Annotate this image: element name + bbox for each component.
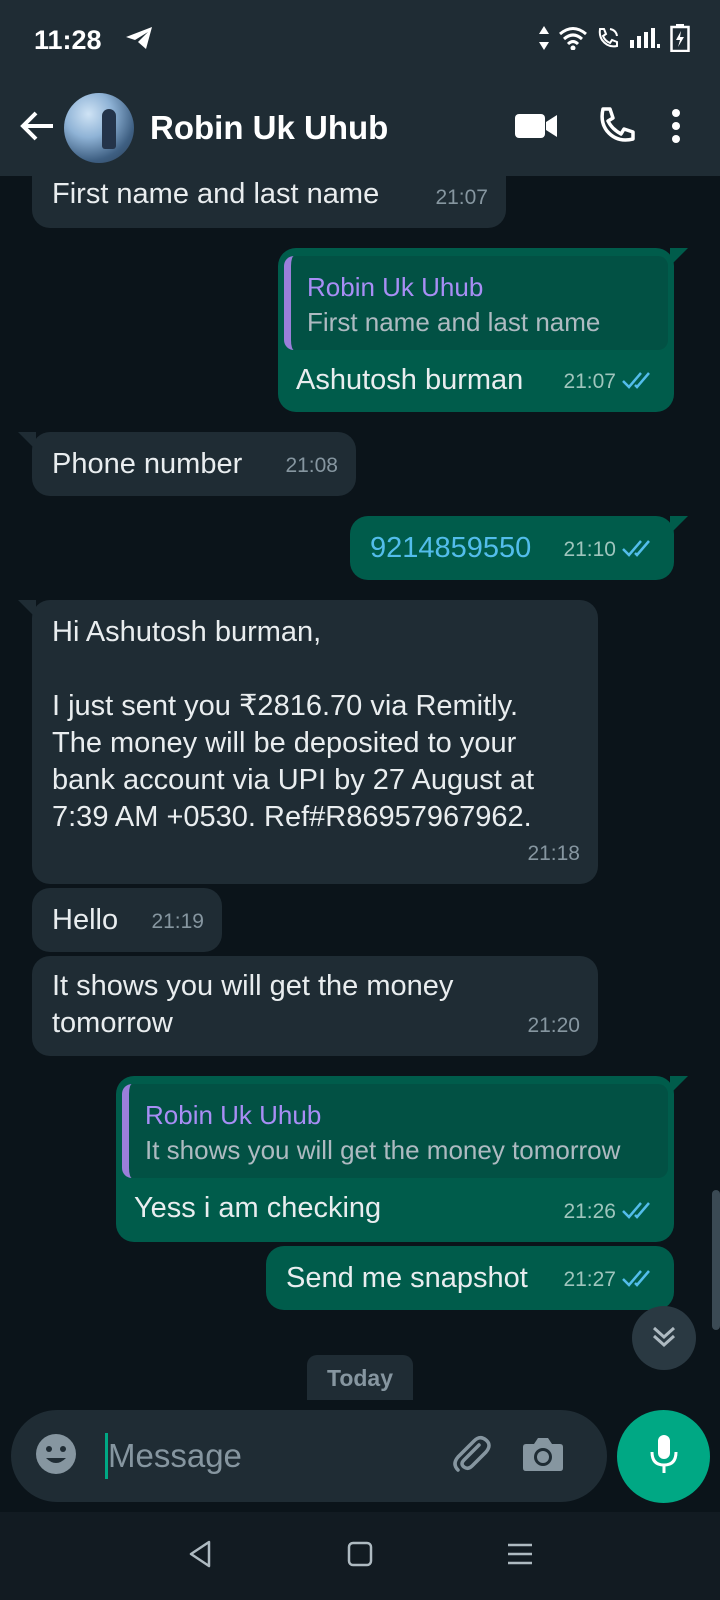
status-left: 11:28 xyxy=(30,25,154,56)
phone-number-link[interactable]: 9214859550 xyxy=(370,530,531,567)
message-time: 21:07 xyxy=(435,186,488,209)
paperclip-icon xyxy=(449,1432,493,1481)
data-arrows-icon xyxy=(538,25,550,56)
quoted-sender: Robin Uk Uhub xyxy=(307,272,484,302)
chevron-double-down-icon xyxy=(650,1322,678,1355)
message-time: 21:27 xyxy=(563,1268,616,1291)
nav-recents-button[interactable] xyxy=(480,1526,560,1586)
message-text: Yess i am checking xyxy=(134,1192,382,1224)
message-line: bank account via UPI by 27 August at xyxy=(52,764,535,796)
quoted-text: It shows you will get the money tomorrow xyxy=(145,1135,621,1165)
message-incoming[interactable]: Hello 21:19 xyxy=(32,888,222,952)
message-text: It shows you will get the money tomorrow xyxy=(52,968,453,1042)
back-button[interactable] xyxy=(12,98,62,158)
message-time: 21:08 xyxy=(285,454,338,477)
signal-icon xyxy=(628,26,662,55)
date-chip: Today xyxy=(307,1355,413,1401)
voice-call-icon xyxy=(597,106,635,150)
double-check-icon xyxy=(622,1261,656,1298)
quoted-message[interactable]: Robin Uk Uhub First name and last name xyxy=(284,256,668,350)
attach-button[interactable] xyxy=(438,1410,504,1502)
camera-button[interactable] xyxy=(510,1410,576,1502)
bubble-tail xyxy=(670,248,688,266)
message-time: 21:10 xyxy=(563,538,616,561)
status-time: 11:28 xyxy=(34,24,102,55)
mic-icon xyxy=(649,1433,679,1480)
message-text: First name and last name xyxy=(52,178,380,210)
quoted-sender: Robin Uk Uhub xyxy=(145,1100,322,1130)
video-call-button[interactable] xyxy=(496,93,576,163)
quoted-text: First name and last name xyxy=(307,307,601,337)
chat-area[interactable]: First name and last name 21:07 Robin Uk … xyxy=(0,176,720,1400)
message-time: 21:20 xyxy=(527,1014,580,1037)
message-line: I just sent you ₹2816.70 via Remitly. xyxy=(52,690,519,722)
nav-home-icon xyxy=(347,1541,373,1572)
navigation-bar xyxy=(0,1512,720,1600)
message-incoming[interactable]: Hi Ashutosh burman, I just sent you ₹281… xyxy=(18,600,598,884)
double-check-icon xyxy=(622,531,656,568)
message-time: 21:18 xyxy=(527,842,580,865)
more-options-button[interactable] xyxy=(656,93,696,163)
compose-area xyxy=(0,1400,720,1512)
bubble-tail xyxy=(670,516,688,534)
video-call-icon xyxy=(514,112,558,145)
back-arrow-icon xyxy=(19,110,55,147)
message-line: 7:39 AM +0530. Ref#R86957967962. xyxy=(52,801,532,833)
nav-back-button[interactable] xyxy=(160,1526,240,1586)
voice-message-button[interactable] xyxy=(617,1410,710,1503)
bubble-tail xyxy=(18,600,36,618)
more-options-icon xyxy=(671,108,681,148)
message-outgoing[interactable]: Send me snapshot 21:27 xyxy=(266,1246,674,1310)
message-outgoing[interactable]: Robin Uk Uhub First name and last name A… xyxy=(278,248,688,412)
emoji-button[interactable] xyxy=(11,1410,101,1502)
message-time: 21:26 xyxy=(563,1200,616,1223)
scrollbar[interactable] xyxy=(712,1190,720,1330)
double-check-icon xyxy=(622,1193,656,1230)
message-line xyxy=(52,651,534,688)
battery-icon xyxy=(670,23,690,57)
message-text: Ashutosh burman xyxy=(296,364,524,396)
quoted-message[interactable]: Robin Uk Uhub It shows you will get the … xyxy=(122,1084,668,1178)
nav-back-icon xyxy=(187,1540,213,1573)
message-text: Phone number xyxy=(52,448,243,480)
message-incoming[interactable]: It shows you will get the money tomorrow… xyxy=(32,956,598,1056)
message-line: It shows you will get the money xyxy=(52,970,454,1002)
chat-header: Robin Uk Uhub xyxy=(0,80,720,176)
message-time: 21:19 xyxy=(151,910,204,933)
voice-call-button[interactable] xyxy=(576,93,656,163)
message-text: Hello xyxy=(52,904,119,936)
bubble-tail xyxy=(18,432,36,450)
emoji-icon xyxy=(35,1433,77,1480)
message-text: Hi Ashutosh burman, I just sent you ₹281… xyxy=(52,614,534,836)
nav-home-button[interactable] xyxy=(320,1526,400,1586)
message-text: Send me snapshot xyxy=(286,1262,528,1294)
scroll-to-bottom-button[interactable] xyxy=(632,1306,696,1370)
nav-recents-icon xyxy=(506,1542,534,1571)
wifi-icon xyxy=(558,26,588,55)
message-line: The money will be deposited to your xyxy=(52,727,517,759)
message-outgoing[interactable]: 9214859550 21:10 xyxy=(350,516,688,580)
header-actions xyxy=(496,93,720,163)
status-icons xyxy=(538,23,690,57)
message-input[interactable] xyxy=(108,1426,438,1486)
camera-icon xyxy=(522,1436,564,1477)
telegram-icon xyxy=(124,25,154,56)
status-bar: 11:28 xyxy=(0,0,720,80)
double-check-icon xyxy=(622,363,656,400)
contact-name[interactable]: Robin Uk Uhub xyxy=(150,109,388,147)
message-incoming[interactable]: Phone number 21:08 xyxy=(18,432,356,496)
avatar[interactable] xyxy=(64,93,134,163)
bubble-tail xyxy=(670,1076,688,1094)
message-incoming[interactable]: First name and last name 21:07 xyxy=(32,176,506,228)
message-line: tomorrow xyxy=(52,1007,173,1039)
compose-bar xyxy=(11,1410,607,1502)
message-line: Hi Ashutosh burman, xyxy=(52,616,322,648)
wifi-call-icon xyxy=(596,26,620,55)
message-outgoing[interactable]: Robin Uk Uhub It shows you will get the … xyxy=(116,1076,688,1242)
message-time: 21:07 xyxy=(563,370,616,393)
